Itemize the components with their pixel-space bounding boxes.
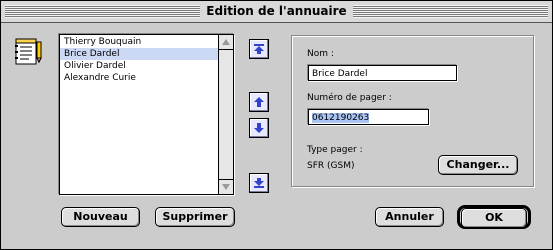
- move-up-icon: [254, 97, 264, 107]
- move-to-top-icon: [254, 44, 264, 54]
- list-item[interactable]: Brice Dardel: [60, 48, 218, 60]
- address-book-icon: [14, 36, 44, 66]
- window-title: Edition de l'annuaire: [200, 3, 353, 20]
- contact-list-items: Thierry Bouquain Brice Dardel Olivier Da…: [60, 36, 218, 84]
- list-item[interactable]: Alexandre Curie: [60, 72, 218, 84]
- scroll-down-arrow-icon[interactable]: [219, 179, 233, 194]
- ok-button[interactable]: OK: [461, 208, 527, 228]
- pager-type-value: SFR (GSM): [307, 161, 355, 171]
- pager-type-label: Type pager :: [307, 145, 363, 155]
- scroll-up-arrow-icon[interactable]: [219, 35, 233, 50]
- move-to-top-button[interactable]: [249, 39, 269, 59]
- list-item[interactable]: Olivier Dardel: [60, 60, 218, 72]
- new-button[interactable]: Nouveau: [61, 207, 140, 227]
- move-to-bottom-button[interactable]: [249, 173, 269, 193]
- contact-list[interactable]: Thierry Bouquain Brice Dardel Olivier Da…: [59, 34, 234, 195]
- pager-number-label: Numéro de pager :: [307, 93, 392, 103]
- pager-number-value: 0612190263: [312, 113, 370, 123]
- move-to-bottom-icon: [254, 178, 264, 188]
- move-down-button[interactable]: [249, 118, 269, 138]
- move-up-button[interactable]: [249, 92, 269, 112]
- title-bar[interactable]: Edition de l'annuaire: [1, 1, 552, 23]
- pager-number-field[interactable]: 0612190263: [308, 109, 429, 125]
- name-value: Brice Dardel: [312, 69, 368, 79]
- name-label: Nom :: [307, 49, 334, 59]
- delete-button[interactable]: Supprimer: [155, 207, 235, 227]
- move-down-icon: [254, 123, 264, 133]
- cancel-button[interactable]: Annuler: [375, 207, 444, 227]
- list-scrollbar[interactable]: [218, 35, 233, 194]
- change-button[interactable]: Changer...: [438, 155, 518, 175]
- list-item[interactable]: Thierry Bouquain: [60, 36, 218, 48]
- annuaire-dialog: Edition de l'annuaire Thierry Bouquain B…: [0, 0, 553, 250]
- name-field[interactable]: Brice Dardel: [308, 65, 457, 81]
